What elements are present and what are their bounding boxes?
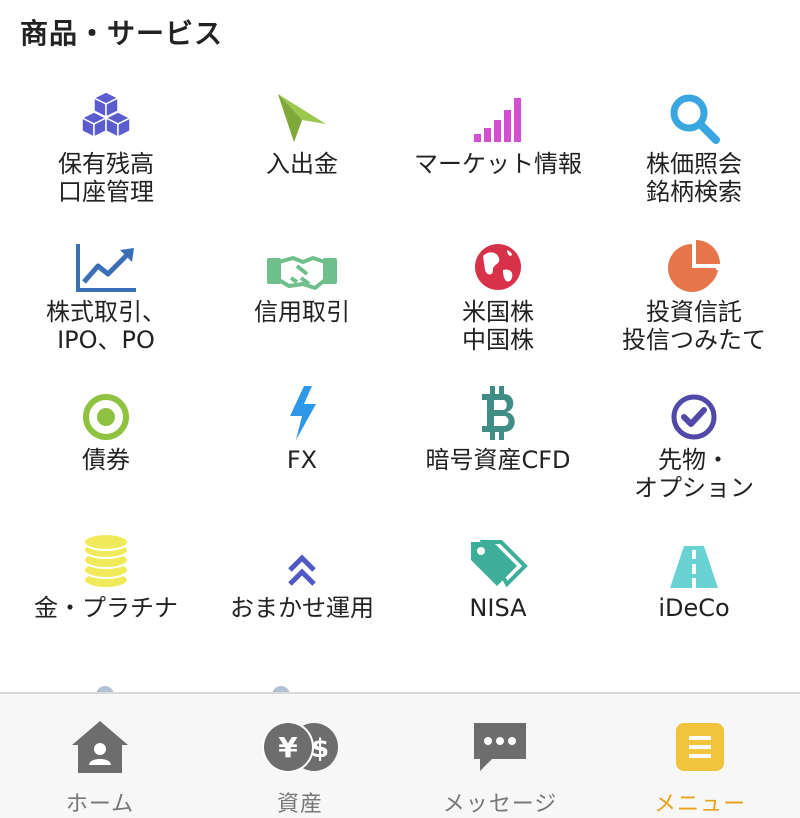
tile-stock-trading[interactable]: 株式取引、 IPO、PO: [8, 234, 204, 382]
bitcoin-icon: [463, 382, 533, 442]
tile-gold-platinum[interactable]: 金・プラチナ: [8, 530, 204, 678]
tile-holdings[interactable]: 保有残高 口座管理: [8, 86, 204, 234]
tags-icon: [463, 530, 533, 590]
tile-stock-search[interactable]: 株価照会 銘柄検索: [596, 86, 792, 234]
svg-text:$: $: [311, 734, 329, 764]
tab-messages[interactable]: メッセージ: [400, 694, 600, 818]
yen-dollar-coins-icon: ¥ $: [258, 718, 342, 776]
paper-plane-icon: [267, 86, 337, 146]
tile-label: 保有残高 口座管理: [58, 150, 154, 206]
home-icon: [70, 718, 130, 776]
menu-icon: [674, 718, 726, 776]
double-chevron-up-icon: [267, 530, 337, 590]
line-chart-icon: [71, 234, 141, 294]
globe-icon: [463, 234, 533, 294]
tile-deposit-withdraw[interactable]: 入出金: [204, 86, 400, 234]
tile-ideco[interactable]: iDeCo: [596, 530, 792, 678]
tile-margin-trading[interactable]: 信用取引: [204, 234, 400, 382]
tile-market-info[interactable]: マーケット情報: [400, 86, 596, 234]
tile-bonds[interactable]: 債券: [8, 382, 204, 530]
service-grid: 保有残高 口座管理 入出金 マーケット情報 株価照会 銘柄検索 株式取引、 IP…: [8, 86, 792, 678]
road-icon: [659, 530, 729, 590]
tab-assets[interactable]: ¥ $ 資産: [200, 694, 400, 818]
tab-menu[interactable]: メニュー: [600, 694, 800, 818]
chat-bubble-icon: [470, 718, 530, 776]
tile-crypto-cfd[interactable]: 暗号資産CFD: [400, 382, 596, 530]
svg-text:¥: ¥: [278, 731, 298, 764]
signal-bars-icon: [463, 86, 533, 146]
tile-robo-advisor[interactable]: おまかせ運用: [204, 530, 400, 678]
lightning-icon: [267, 382, 337, 442]
check-circle-icon: [659, 382, 729, 442]
target-icon: [71, 382, 141, 442]
cubes-icon: [71, 86, 141, 146]
tile-futures-options[interactable]: 先物・ オプション: [596, 382, 792, 530]
tile-fx[interactable]: FX: [204, 382, 400, 530]
tile-nisa[interactable]: NISA: [400, 530, 596, 678]
tab-home[interactable]: ホーム: [0, 694, 200, 818]
pie-chart-icon: [659, 234, 729, 294]
tile-foreign-stocks[interactable]: 米国株 中国株: [400, 234, 596, 382]
handshake-icon: [267, 234, 337, 294]
bottom-tab-bar: ホーム ¥ $ 資産 メッセージ メニュー: [0, 692, 800, 818]
search-icon: [659, 86, 729, 146]
tile-investment-trust[interactable]: 投資信託 投信つみたて: [596, 234, 792, 382]
coin-stack-icon: [71, 530, 141, 590]
section-title: 商品・サービス: [20, 17, 224, 50]
